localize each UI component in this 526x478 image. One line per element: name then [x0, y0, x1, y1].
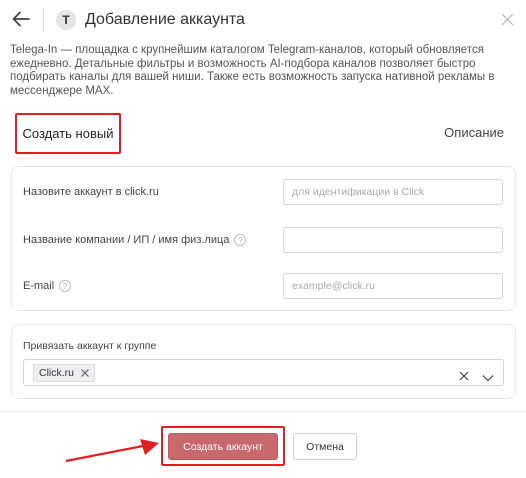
arrow-left-icon — [12, 11, 30, 27]
back-button[interactable] — [10, 8, 32, 30]
close-button[interactable] — [501, 13, 514, 26]
group-select[interactable]: Click.ru — [23, 359, 504, 386]
email-label-text: E-mail — [23, 280, 55, 292]
company-label: Название компании / ИП / имя физ.лица ? — [23, 234, 247, 246]
tag-remove-button[interactable] — [81, 369, 89, 377]
group-label: Привязать аккаунт к группе — [23, 340, 157, 352]
close-icon — [501, 13, 514, 26]
company-name-input[interactable] — [283, 227, 503, 253]
selected-group-tag: Click.ru — [33, 364, 96, 382]
company-label-text: Название компании / ИП / имя физ.лица — [23, 234, 230, 246]
close-icon — [459, 371, 469, 381]
question-circle-icon[interactable]: ? — [234, 234, 247, 246]
clear-selection-button[interactable] — [459, 368, 469, 381]
dropdown-toggle[interactable] — [482, 369, 494, 382]
header-divider — [43, 8, 44, 32]
email-label: E-mail ? — [23, 280, 72, 292]
create-account-button[interactable]: Создать аккаунт — [168, 433, 278, 460]
email-input[interactable] — [283, 273, 503, 299]
account-name-label-text: Назовите аккаунт в click.ru — [23, 186, 159, 198]
cancel-button[interactable]: Отмена — [293, 433, 357, 460]
service-description: Telega-In — площадка с крупнейшим катало… — [10, 44, 495, 97]
annotation-arrow — [65, 439, 159, 463]
chevron-down-icon — [482, 375, 494, 382]
telega-in-logo: T — [56, 10, 76, 30]
dialog-title: Добавление аккаунта — [85, 11, 245, 28]
selected-group-tag-label: Click.ru — [39, 367, 75, 379]
close-icon — [81, 369, 89, 377]
account-name-label: Назовите аккаунт в click.ru — [23, 186, 159, 198]
dialog-header: T Добавление аккаунта — [0, 0, 526, 40]
tab-create-new[interactable]: Создать новый — [15, 113, 121, 154]
account-name-input[interactable] — [283, 179, 503, 205]
tab-description[interactable]: Описание — [444, 125, 504, 140]
question-circle-icon[interactable]: ? — [59, 280, 72, 292]
footer-divider — [0, 411, 526, 412]
